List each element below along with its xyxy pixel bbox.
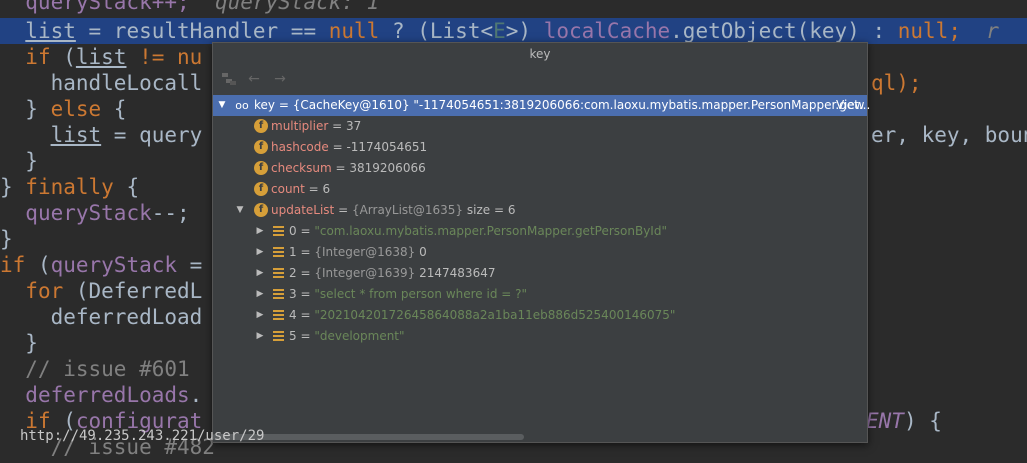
view-link[interactable]: View	[836, 95, 864, 116]
forward-arrow-icon[interactable]: →	[270, 68, 290, 90]
code-line-current: list = resultHandler == null ? (List<E>)…	[0, 18, 1027, 44]
tree-row-field[interactable]: f checksum = 3819206066	[213, 158, 867, 179]
list-element-icon	[273, 268, 284, 279]
debug-value-popup[interactable]: key ← → ▼ oo key = {CacheKey@1610} "-117…	[212, 42, 870, 443]
watch-glasses-icon: oo	[235, 99, 249, 112]
field-icon: f	[254, 203, 268, 217]
collapse-arrow-icon[interactable]: ▼	[235, 200, 245, 221]
code-line-fragment: er, key, boun	[871, 123, 1027, 147]
list-element-icon	[273, 289, 284, 300]
expand-arrow-icon[interactable]: ▶	[255, 242, 265, 263]
tree-row-updatelist[interactable]: ▼ f updateList = {ArrayList@1635} size =…	[213, 200, 867, 221]
expand-arrow-icon[interactable]: ▶	[255, 284, 265, 305]
field-icon: f	[254, 182, 268, 196]
list-element-icon	[273, 331, 284, 342]
popup-toolbar: ← →	[213, 68, 867, 90]
expand-arrow-icon[interactable]: ▶	[255, 326, 265, 347]
tree-row-list-item[interactable]: ▶ 1 = {Integer@1638} 0	[213, 242, 867, 263]
code-line: queryStack++; queryStack: 1	[0, 0, 380, 14]
collapse-arrow-icon[interactable]: ▼	[217, 95, 227, 116]
expand-arrow-icon[interactable]: ▶	[255, 263, 265, 284]
watermark-url: http://49.235.243.221/user/29	[20, 428, 265, 444]
tree-row-field[interactable]: f hashcode = -1174054651	[213, 137, 867, 158]
tree-row-list-item[interactable]: ▶ 5 = "development"	[213, 326, 867, 347]
tree-row-field[interactable]: f count = 6	[213, 179, 867, 200]
tree-icon[interactable]	[219, 68, 239, 90]
tree-row-list-item[interactable]: ▶ 2 = {Integer@1639} 2147483647	[213, 263, 867, 284]
back-arrow-icon[interactable]: ←	[244, 68, 264, 90]
popup-title: key	[213, 43, 867, 65]
tree-row-field[interactable]: f multiplier = 37	[213, 116, 867, 137]
tree-row-list-item[interactable]: ▶ 0 = "com.laoxu.mybatis.mapper.PersonMa…	[213, 221, 867, 242]
code-line-fragment: ENT) {	[866, 409, 942, 433]
field-icon: f	[254, 161, 268, 175]
list-element-icon	[273, 226, 284, 237]
var-name: key	[254, 98, 276, 112]
tree-row-key[interactable]: ▼ oo key = {CacheKey@1610} "-1174054651:…	[213, 95, 870, 116]
expand-arrow-icon[interactable]: ▶	[255, 305, 265, 326]
tree-row-list-item[interactable]: ▶ 4 = "20210420172645864088a2a1ba11eb886…	[213, 305, 867, 326]
field-icon: f	[254, 119, 268, 133]
tree-row-list-item[interactable]: ▶ 3 = "select * from person where id = ?…	[213, 284, 867, 305]
list-element-icon	[273, 310, 284, 321]
expand-arrow-icon[interactable]: ▶	[255, 221, 265, 242]
list-element-icon	[273, 247, 284, 258]
field-icon: f	[254, 140, 268, 154]
